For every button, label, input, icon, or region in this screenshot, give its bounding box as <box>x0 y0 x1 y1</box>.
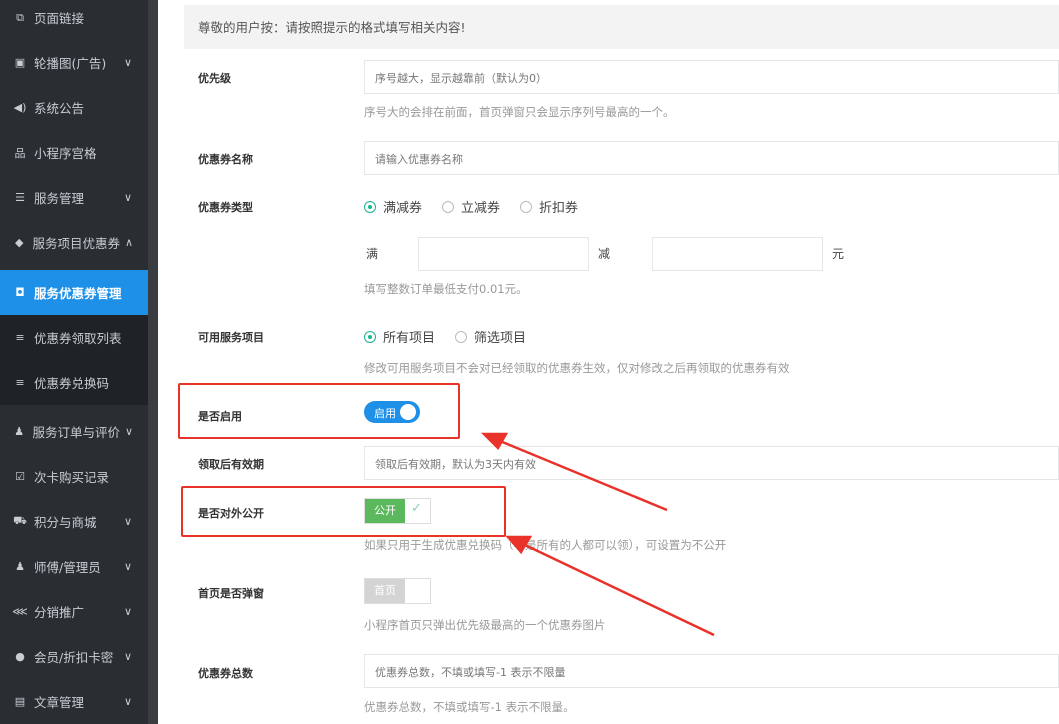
arrow-to-enabled <box>499 439 668 512</box>
arrow-head-enabled <box>480 432 509 451</box>
annotation-arrows <box>480 432 715 637</box>
arrow-head-public <box>505 535 533 555</box>
arrow-to-public <box>524 543 715 637</box>
